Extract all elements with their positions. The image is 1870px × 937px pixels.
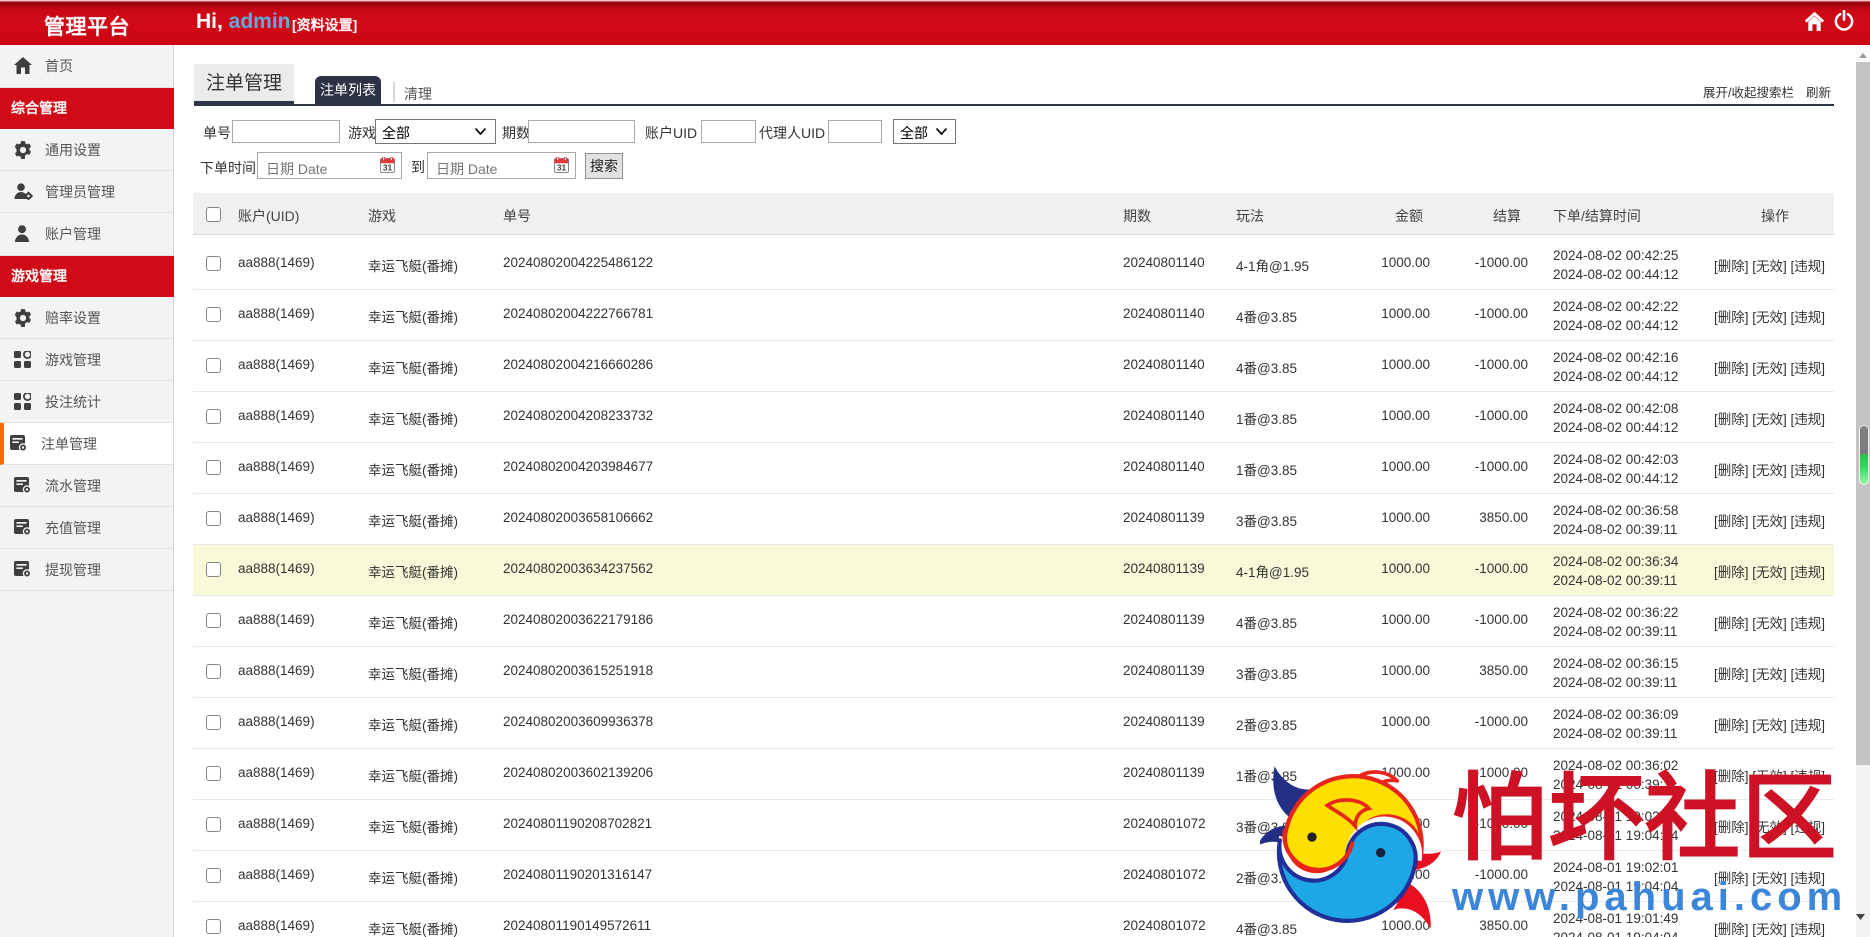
svg-text:31: 31: [557, 162, 567, 172]
svg-text:31: 31: [383, 162, 393, 172]
